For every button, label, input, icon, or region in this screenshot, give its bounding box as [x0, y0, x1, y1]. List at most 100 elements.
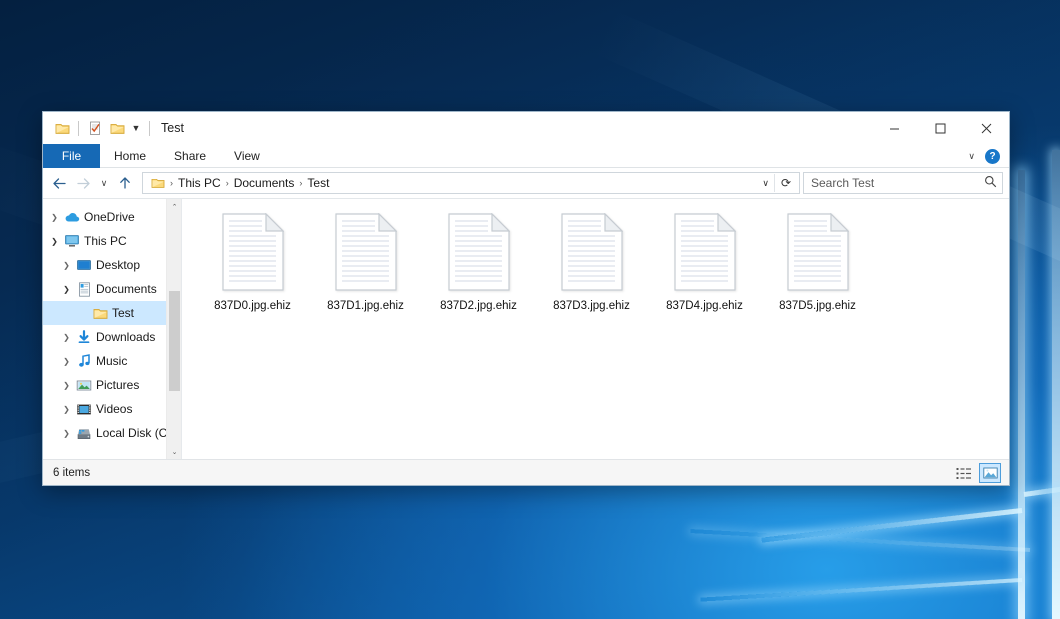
toolbar-divider	[78, 121, 79, 136]
scroll-down-arrow-icon[interactable]: ⌄	[167, 444, 181, 459]
file-list-view[interactable]: 837D0.jpg.ehiz	[182, 199, 1009, 459]
windows-logo-line	[1018, 170, 1025, 619]
onedrive-icon	[62, 211, 82, 223]
windows-logo-line	[1024, 487, 1060, 497]
breadcrumb-item-documents[interactable]: Documents	[230, 176, 299, 190]
folder-icon[interactable]	[147, 172, 169, 194]
chevron-down-icon[interactable]: ❯	[47, 237, 62, 246]
chevron-down-icon[interactable]: ▼	[128, 118, 144, 138]
toolbar-divider	[149, 121, 150, 136]
chevron-down-icon[interactable]: ∨	[964, 151, 979, 162]
sidebar-item-label: Local Disk (C:)	[96, 426, 175, 440]
address-bar[interactable]: › This PC › Documents › Test ∨ ⟳	[142, 172, 800, 194]
tab-share[interactable]: Share	[160, 144, 220, 168]
file-item[interactable]: 837D0.jpg.ehiz	[196, 207, 309, 335]
generic-document-icon	[787, 213, 849, 291]
sidebar-item-label: Music	[96, 354, 127, 368]
properties-icon[interactable]	[84, 117, 106, 139]
explorer-body: ❯ OneDrive ❯ This PC	[43, 198, 1009, 459]
navigation-pane: ❯ OneDrive ❯ This PC	[43, 199, 181, 459]
minimize-button[interactable]	[871, 112, 917, 144]
up-button[interactable]	[113, 171, 137, 195]
desktop-icon	[74, 259, 94, 272]
breadcrumb-item-this-pc[interactable]: This PC	[174, 176, 225, 190]
windows-logo-line	[690, 529, 1030, 552]
new-folder-icon[interactable]	[106, 117, 128, 139]
sidebar-item-label: Desktop	[96, 258, 140, 272]
sidebar-item-label: This PC	[84, 234, 127, 248]
chevron-right-icon[interactable]: ❯	[59, 333, 74, 342]
chevron-right-icon[interactable]: ❯	[47, 213, 62, 222]
file-name-label: 837D0.jpg.ehiz	[214, 300, 291, 312]
maximize-button[interactable]	[917, 112, 963, 144]
scrollbar-thumb[interactable]	[169, 291, 180, 391]
documents-icon	[74, 282, 94, 297]
item-count-label: 6 items	[53, 467, 90, 479]
folder-icon[interactable]	[51, 117, 73, 139]
large-icons-view-button[interactable]	[979, 463, 1001, 483]
ribbon-tab-bar: File Home Share View ∨ ?	[43, 144, 1009, 168]
sidebar-item-label: OneDrive	[84, 210, 135, 224]
tab-home[interactable]: Home	[100, 144, 160, 168]
file-item[interactable]: 837D5.jpg.ehiz	[761, 207, 874, 335]
file-item[interactable]: 837D4.jpg.ehiz	[648, 207, 761, 335]
generic-document-icon	[222, 213, 284, 291]
window-title: Test	[161, 121, 184, 135]
generic-document-icon	[674, 213, 736, 291]
chevron-right-icon[interactable]: ❯	[59, 405, 74, 414]
sidebar-item-this-pc[interactable]: ❯ This PC	[43, 229, 181, 253]
windows-logo-line	[1052, 150, 1060, 619]
scroll-up-arrow-icon[interactable]: ⌃	[167, 199, 181, 214]
close-button[interactable]	[963, 112, 1009, 144]
disk-icon	[74, 427, 94, 440]
file-item[interactable]: 837D1.jpg.ehiz	[309, 207, 422, 335]
address-bar-actions: ∨ ⟳	[757, 174, 797, 192]
file-name-label: 837D1.jpg.ehiz	[327, 300, 404, 312]
sidebar-item-local-disk-c[interactable]: ❯ Local Disk (C:)	[43, 421, 181, 445]
search-box[interactable]: Search Test	[803, 172, 1003, 194]
chevron-down-icon[interactable]: ❯	[59, 285, 74, 294]
file-name-label: 837D5.jpg.ehiz	[779, 300, 856, 312]
sidebar-item-music[interactable]: ❯ Music	[43, 349, 181, 373]
file-name-label: 837D4.jpg.ehiz	[666, 300, 743, 312]
windows-logo-line	[700, 578, 1022, 602]
folder-icon	[90, 307, 110, 320]
search-input[interactable]: Search Test	[811, 176, 984, 190]
music-icon	[74, 354, 94, 368]
navigation-pane-scrollbar[interactable]: ⌃ ⌄	[166, 199, 181, 459]
back-button[interactable]	[47, 171, 71, 195]
chevron-right-icon[interactable]: ❯	[59, 429, 74, 438]
chevron-down-icon[interactable]: ∨	[757, 178, 774, 189]
sidebar-item-label: Pictures	[96, 378, 139, 392]
recent-locations-button[interactable]: ∨	[95, 171, 113, 195]
chevron-right-icon[interactable]: ❯	[59, 357, 74, 366]
tab-file[interactable]: File	[43, 144, 100, 168]
tab-view[interactable]: View	[220, 144, 274, 168]
sidebar-item-onedrive[interactable]: ❯ OneDrive	[43, 205, 181, 229]
chevron-placeholder-icon: ❯	[75, 309, 90, 318]
search-icon[interactable]	[984, 175, 997, 191]
file-item[interactable]: 837D2.jpg.ehiz	[422, 207, 535, 335]
sidebar-item-desktop[interactable]: ❯ Desktop	[43, 253, 181, 277]
address-bar-row: ∨ › This PC › Documents › Test	[43, 168, 1009, 198]
forward-button[interactable]	[71, 171, 95, 195]
videos-icon	[74, 403, 94, 416]
status-bar: 6 items	[43, 459, 1009, 485]
sidebar-item-videos[interactable]: ❯ Videos	[43, 397, 181, 421]
file-explorer-window: ▼ Test File Home Share View ∨ ?	[42, 111, 1010, 486]
chevron-right-icon[interactable]: ❯	[59, 381, 74, 390]
generic-document-icon	[335, 213, 397, 291]
chevron-right-icon[interactable]: ❯	[59, 261, 74, 270]
sidebar-item-test[interactable]: ❯ Test	[43, 301, 181, 325]
details-view-button[interactable]	[953, 463, 975, 483]
help-icon[interactable]: ?	[985, 149, 1000, 164]
refresh-icon[interactable]: ⟳	[775, 176, 797, 190]
sidebar-item-downloads[interactable]: ❯ Downloads	[43, 325, 181, 349]
file-item[interactable]: 837D3.jpg.ehiz	[535, 207, 648, 335]
breadcrumb-item-test[interactable]: Test	[303, 176, 333, 190]
sidebar-item-documents[interactable]: ❯ Documents	[43, 277, 181, 301]
pictures-icon	[74, 379, 94, 392]
view-mode-buttons	[953, 460, 1001, 486]
sidebar-item-label: Videos	[96, 402, 132, 416]
sidebar-item-pictures[interactable]: ❯ Pictures	[43, 373, 181, 397]
